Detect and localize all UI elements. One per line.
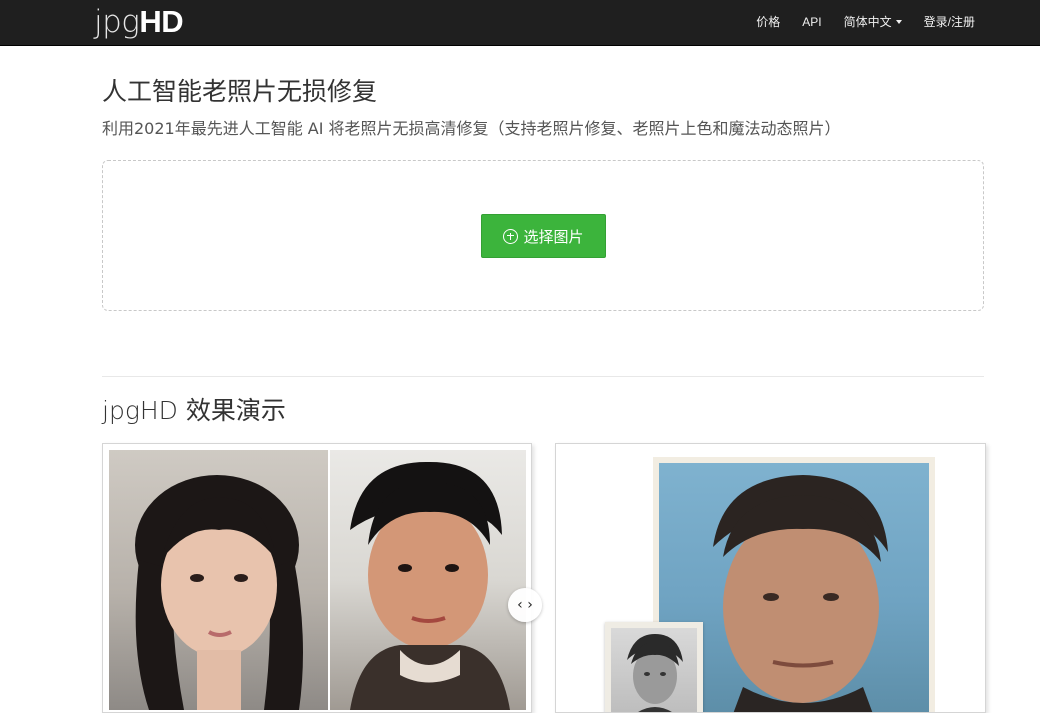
logo-bold-text: HD [139,4,184,39]
demo-section-title: jpgHD 效果演示 [102,396,286,425]
jpghd-logo[interactable]: jpgHD [94,2,184,42]
section-divider [102,376,984,377]
chevron-left-right-icon: ‹ › [517,597,533,613]
demo-card-lincoln [555,443,986,713]
lincoln-original-image [605,622,703,712]
language-label: 简体中文 [843,15,892,29]
page-title: 人工智能老照片无损修复 [102,77,378,106]
select-image-label: 选择图片 [523,227,584,246]
nav-links: 价格 API 简体中文 登录/注册 [745,0,986,45]
girl-portrait-image [109,450,328,710]
page-subtitle: 利用2021年最先进人工智能 AI 将老照片无损高清修复（支持老照片修复、老照片… [102,119,841,138]
boy-portrait-image [330,450,526,710]
logo-light-text: jpg [94,4,140,40]
language-dropdown[interactable]: 简体中文 [833,0,913,45]
nav-link-api[interactable]: API [791,0,832,45]
demo-card-colorize [102,443,532,713]
nav-link-login-register[interactable]: 登录/注册 [913,0,986,45]
top-navbar: jpgHD 价格 API 简体中文 登录/注册 [0,0,1040,46]
caret-down-icon [895,20,902,24]
plus-circle-icon [503,228,519,244]
carousel-arrows-button[interactable]: ‹ › [508,588,542,622]
nav-link-pricing[interactable]: 价格 [745,0,791,45]
select-image-button[interactable]: 选择图片 [481,214,606,258]
